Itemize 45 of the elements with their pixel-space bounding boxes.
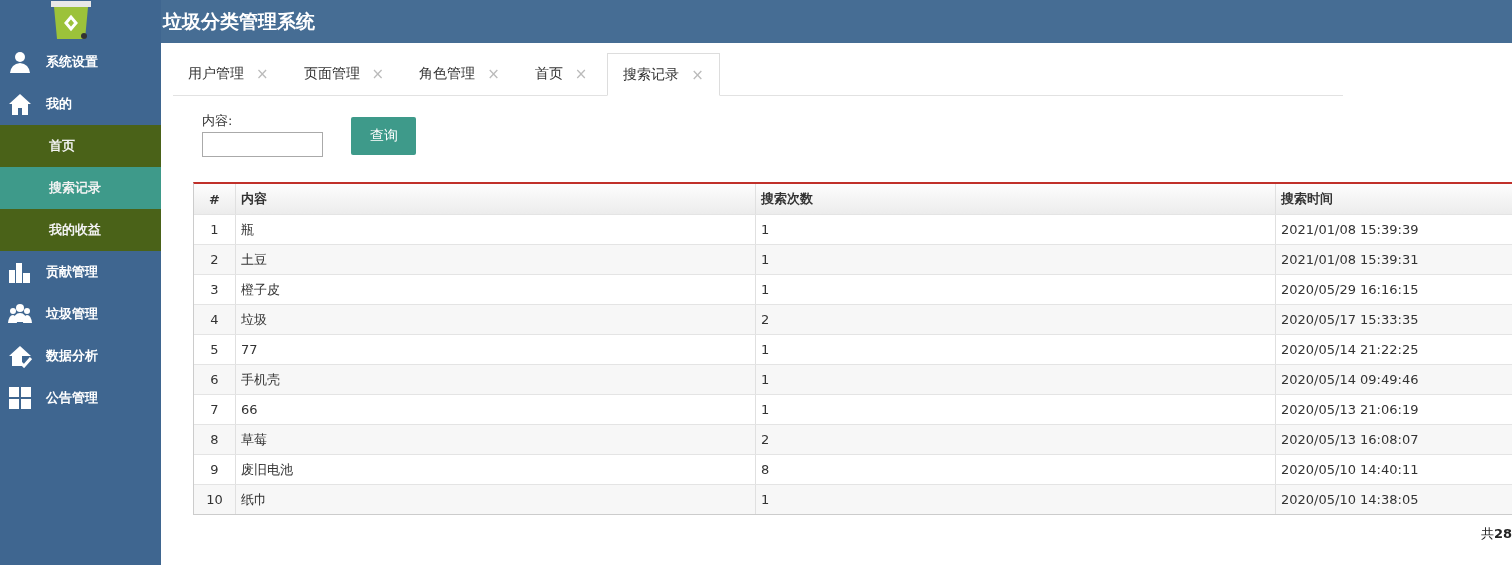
submenu-item[interactable]: 我的收益 xyxy=(0,209,161,251)
menu-item[interactable]: 公告管理 xyxy=(0,377,161,419)
submenu-item[interactable]: 首页 xyxy=(0,125,161,167)
trash-can-icon xyxy=(48,1,93,41)
total-count: 共28 xyxy=(1480,525,1512,543)
table-cell-text: 2021/01/08 15:39:31 xyxy=(1280,251,1420,269)
tab[interactable]: 角色管理 × xyxy=(404,53,515,95)
menu-item[interactable]: 数据分析 xyxy=(0,335,161,377)
house-check-icon xyxy=(8,344,32,368)
table-cell-text: 2020/05/17 15:33:35 xyxy=(1280,311,1420,329)
table-cell: 10 xyxy=(194,485,236,514)
field-label: 内容: xyxy=(202,112,234,130)
user-icon xyxy=(8,50,32,74)
table-cell: 1 xyxy=(756,485,1276,514)
tab[interactable]: 用户管理 × xyxy=(173,53,284,95)
table-cell: 纸巾 xyxy=(236,485,756,514)
table-cell-text: 2020/05/13 16:08:07 xyxy=(1280,431,1420,449)
submenu-item[interactable]: 搜索记录 xyxy=(0,167,161,209)
tab-label[interactable]: 首页 xyxy=(534,65,563,83)
menu-item[interactable]: 垃圾管理 xyxy=(0,293,161,335)
column-header: 搜索时间 xyxy=(1280,190,1334,208)
table-cell-text: 2020/05/10 14:40:11 xyxy=(1280,461,1420,479)
home-icon xyxy=(8,92,32,116)
menu-item[interactable]: 我的 xyxy=(0,83,161,125)
bar-chart-icon xyxy=(8,260,32,284)
table-cell-text: 2020/05/10 14:38:05 xyxy=(1280,491,1420,509)
group-icon xyxy=(8,302,32,326)
menu-item[interactable]: 贡献管理 xyxy=(0,251,161,293)
table-cell-text: 2020/05/13 21:06:19 xyxy=(1280,401,1420,419)
table-cell-text: 2020/05/14 21:22:25 xyxy=(1280,341,1420,359)
tab[interactable]: 页面管理 × xyxy=(288,53,400,95)
tab-label[interactable]: 搜索记录 xyxy=(623,65,680,84)
table-cell-text: 2021/01/08 15:39:39 xyxy=(1280,221,1420,239)
tab-label[interactable]: 页面管理 xyxy=(303,65,360,83)
search-button[interactable]: 查询 xyxy=(351,117,416,155)
tab-label[interactable]: 用户管理 xyxy=(188,65,244,83)
tab-label[interactable]: 角色管理 xyxy=(419,65,476,83)
grid-icon xyxy=(8,386,32,410)
tab[interactable]: 首页 × xyxy=(519,53,603,95)
table-cell-text: 2020/05/14 09:49:46 xyxy=(1280,371,1420,389)
app-title: 垃圾分类管理系统 xyxy=(161,8,315,34)
menu-item[interactable]: 系统设置 xyxy=(0,41,161,83)
tab[interactable]: 搜索记录 × xyxy=(607,53,720,96)
table-cell-text: 2020/05/29 16:16:15 xyxy=(1280,281,1420,299)
content-input-field[interactable] xyxy=(202,132,323,157)
